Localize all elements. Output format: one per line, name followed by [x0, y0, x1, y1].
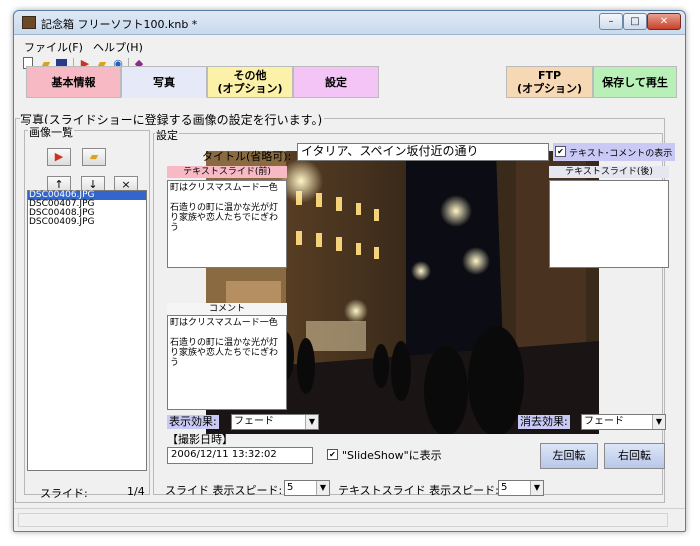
tab-other-label: その他: [233, 69, 267, 82]
slide-speed-select[interactable]: 5 ▼: [284, 480, 330, 496]
shot-date-label: 【撮影日時】: [167, 433, 233, 446]
open-image-button[interactable]: ▰: [82, 148, 106, 166]
display-effect-value: フェード: [234, 416, 274, 427]
tab-photo-label: 写真: [153, 75, 175, 89]
text-slide-after-label: テキストスライド(後): [549, 166, 669, 178]
settings-title: 設定: [155, 127, 179, 143]
minimize-button[interactable]: –: [599, 13, 623, 30]
list-item[interactable]: DSC00409.JPG: [28, 218, 146, 227]
tab-basic-label: 基本情報: [51, 75, 96, 89]
status-bar: [14, 508, 685, 530]
add-image-button[interactable]: ▶: [47, 148, 71, 166]
text-comment-checkbox[interactable]: ✔: [555, 146, 566, 157]
menu-help[interactable]: ヘルプ(H): [93, 39, 143, 55]
comment-input[interactable]: 町はクリスマスムード一色 石造りの町に温かな光が灯り家族や恋人たちでにぎわう: [167, 315, 287, 410]
chevron-down-icon: ▼: [530, 481, 543, 495]
tab-settings[interactable]: 設定: [293, 66, 379, 98]
slide-speed-label: スライド 表示スピード:: [165, 484, 283, 497]
tab-settings-label: 設定: [325, 75, 347, 89]
text-comment-toggle[interactable]: ✔ テキスト･コメントの表示: [553, 143, 675, 161]
tab-ftp-label: FTP: [537, 69, 562, 82]
tab-other[interactable]: その他 (オプション): [207, 66, 293, 98]
slideshow-checkbox[interactable]: ✔: [327, 449, 338, 460]
shot-date-input[interactable]: 2006/12/11 13:32:02: [167, 447, 313, 464]
tab-photo[interactable]: 写真: [121, 66, 207, 98]
status-cell: [18, 513, 668, 527]
menu-bar: ファイル(F) ヘルプ(H): [15, 37, 684, 55]
display-effect-label: 表示効果:: [167, 415, 219, 429]
slide-counter-value: 1/4: [127, 485, 145, 498]
text-slide-before-label: テキストスライド(前): [167, 166, 287, 178]
tab-ftp[interactable]: FTP (オプション): [506, 66, 593, 98]
image-list-title: 画像一覧: [28, 124, 74, 140]
menu-file[interactable]: ファイル(F): [24, 39, 83, 55]
text-speed-select[interactable]: 5 ▼: [498, 480, 544, 496]
slide-speed-value: 5: [287, 482, 294, 493]
display-effect-select[interactable]: フェード ▼: [231, 414, 319, 430]
erase-effect-value: フェード: [584, 416, 624, 427]
text-speed-value: 5: [501, 482, 508, 493]
rotate-left-button[interactable]: 左回転: [540, 443, 598, 469]
image-listbox[interactable]: DSC00406.JPG DSC00407.JPG DSC00408.JPG D…: [27, 190, 147, 471]
tab-save-play-label: 保存して再生: [602, 75, 668, 89]
chevron-down-icon: ▼: [305, 415, 318, 429]
maximize-button[interactable]: □: [623, 13, 647, 30]
text-slide-after-input[interactable]: [549, 180, 669, 268]
rotate-right-button[interactable]: 右回転: [604, 443, 665, 469]
chevron-down-icon: ▼: [316, 481, 329, 495]
tab-ftp-sublabel: (オプション): [516, 82, 583, 95]
title-bar: 記念箱 フリーソフト100.knb * – □ ✕: [14, 11, 685, 35]
app-icon: [22, 16, 36, 29]
slide-counter-label: スライド:: [40, 487, 88, 500]
tab-other-sublabel: (オプション): [217, 82, 283, 95]
slideshow-checkbox-label: "SlideShow"に表示: [342, 449, 442, 462]
close-button[interactable]: ✕: [647, 13, 681, 30]
title-field-label: タイトル(省略可):: [202, 150, 292, 163]
text-slide-before-input[interactable]: 町はクリスマスムード一色 石造りの町に温かな光が灯り家族や恋人たちでにぎわう: [167, 180, 287, 268]
tab-basic-info[interactable]: 基本情報: [26, 66, 121, 98]
title-input[interactable]: イタリア、スペイン坂付近の通り: [297, 143, 549, 161]
erase-effect-select[interactable]: フェード ▼: [581, 414, 666, 430]
text-speed-label: テキストスライド 表示スピード:: [338, 484, 499, 497]
tab-save-play[interactable]: 保存して再生: [593, 66, 677, 98]
comment-label: コメント: [167, 303, 287, 315]
chevron-down-icon: ▼: [652, 415, 665, 429]
window-title: 記念箱 フリーソフト100.knb *: [41, 18, 198, 31]
erase-effect-label: 消去効果:: [518, 415, 570, 429]
text-comment-label: テキスト･コメントの表示: [569, 149, 673, 159]
